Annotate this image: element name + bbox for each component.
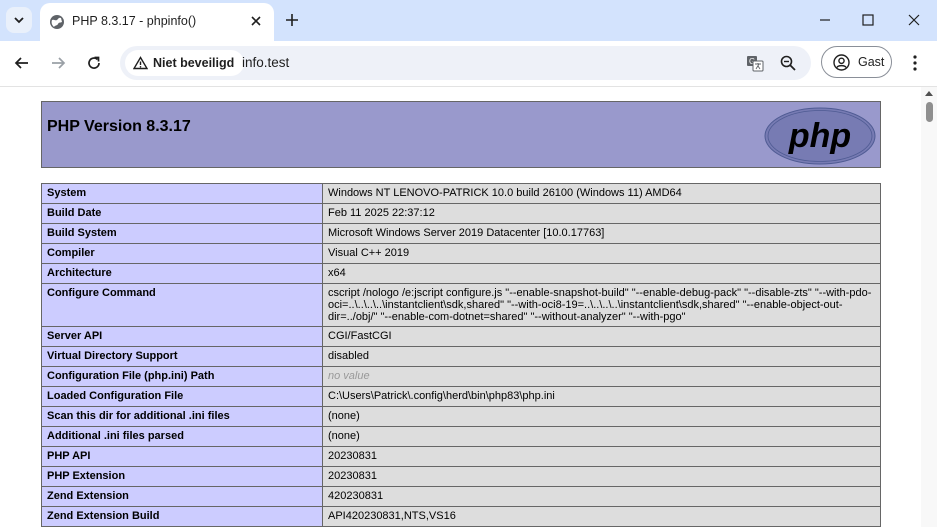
profile-label: Gast: [858, 55, 885, 69]
table-row: Server API CGI/FastCGI: [41, 326, 881, 347]
table-row: Configuration File (php.ini) Path no valu…: [41, 366, 881, 387]
profile-button[interactable]: Gast: [821, 46, 892, 78]
row-key: Architecture: [41, 263, 323, 284]
table-row: Zend Extension 420230831: [41, 486, 881, 507]
table-row: System Windows NT LENOVO-PATRICK 10.0 bui…: [41, 183, 881, 204]
row-key: Scan this dir for additional .ini files: [41, 406, 323, 427]
php-header: PHP Version 8.3.17 php: [41, 101, 881, 168]
security-chip[interactable]: Niet beveiligd: [125, 50, 245, 76]
row-key: Virtual Directory Support: [41, 346, 323, 367]
more-menu-icon[interactable]: [905, 53, 925, 73]
row-value: API420230831,NTS,VS16: [322, 506, 881, 527]
table-row: Scan this dir for additional .ini files(…: [41, 406, 881, 427]
row-key: Server API: [41, 326, 323, 347]
table-row: Compiler Visual C++ 2019: [41, 243, 881, 264]
back-arrow-icon[interactable]: [12, 53, 32, 73]
row-key: Compiler: [41, 243, 323, 264]
window-close-icon[interactable]: [904, 10, 924, 30]
row-value: Feb 11 2025 22:37:12: [322, 203, 881, 224]
row-value: CGI/FastCGI: [322, 326, 881, 347]
warning-icon: [133, 56, 148, 70]
forward-arrow-icon[interactable]: [48, 53, 68, 73]
row-value: C:\Users\Patrick\.config\herd\bin\php83\…: [322, 386, 881, 407]
php-info-table: System Windows NT LENOVO-PATRICK 10.0 bui…: [41, 183, 881, 527]
row-value: Microsoft Windows Server 2019 Datacenter…: [322, 223, 881, 244]
row-key: Zend Extension Build: [41, 506, 323, 527]
page-title: PHP Version 8.3.17: [47, 118, 191, 135]
row-key: Build System: [41, 223, 323, 244]
guest-profile-icon: [833, 54, 850, 71]
url-text[interactable]: info.test: [242, 55, 289, 70]
row-value: Windows NT LENOVO-PATRICK 10.0 build 261…: [322, 183, 881, 204]
maximize-icon[interactable]: [858, 10, 878, 30]
row-key: PHP API: [41, 446, 323, 467]
row-value: 20230831: [322, 466, 881, 487]
row-key: Build Date: [41, 203, 323, 224]
row-key: Configuration File (php.ini) Path: [41, 366, 323, 387]
row-value: x64: [322, 263, 881, 284]
zoom-icon[interactable]: [779, 54, 797, 72]
table-row: Virtual Directory Support disabled: [41, 346, 881, 367]
vertical-scrollbar[interactable]: [921, 87, 937, 527]
table-row: PHP Extension 20230831: [41, 466, 881, 487]
address-bar[interactable]: Niet beveiligd info.test G: [120, 46, 811, 80]
table-row: Additional .ini files parsed (none): [41, 426, 881, 447]
minimize-icon[interactable]: [815, 10, 835, 30]
globe-icon: [50, 15, 64, 29]
table-row: PHP API 20230831: [41, 446, 881, 467]
table-row: Build Date Feb 11 2025 22:37:12: [41, 203, 881, 224]
php-logo[interactable]: php: [764, 107, 876, 165]
active-tab[interactable]: PHP 8.3.17 - phpinfo(): [40, 3, 274, 41]
table-row: Build System Microsoft Windows Server 201…: [41, 223, 881, 244]
row-value: (none): [322, 406, 881, 427]
table-row: Loaded Configuration File C:\Users\Patric…: [41, 386, 881, 407]
new-tab-plus-icon[interactable]: [282, 10, 302, 30]
php-logo-text: php: [788, 117, 851, 155]
row-key: Additional .ini files parsed: [41, 426, 323, 447]
row-value: Visual C++ 2019: [322, 243, 881, 264]
row-key: Configure Command: [41, 283, 323, 327]
tab-search-button[interactable]: [6, 7, 32, 33]
row-value: 420230831: [322, 486, 881, 507]
browser-toolbar: Niet beveiligd info.test G Gast: [0, 41, 937, 86]
row-key: Zend Extension: [41, 486, 323, 507]
reload-icon[interactable]: [84, 53, 104, 73]
row-value: cscript /nologo /e:jscript configure.js …: [322, 283, 881, 327]
row-value: 20230831: [322, 446, 881, 467]
scrollbar-thumb[interactable]: [926, 102, 933, 122]
row-value: no value: [322, 366, 881, 387]
row-value: (none): [322, 426, 881, 447]
close-icon[interactable]: [248, 13, 264, 29]
scroll-up-arrow-icon[interactable]: [925, 91, 933, 96]
chevron-down-icon: [14, 17, 24, 24]
row-key: Loaded Configuration File: [41, 386, 323, 407]
table-row: Zend Extension Build API420230831,NTS,VS1…: [41, 506, 881, 527]
security-label: Niet beveiligd: [153, 56, 235, 70]
tab-title: PHP 8.3.17 - phpinfo(): [72, 14, 197, 28]
page-viewport: PHP Version 8.3.17 php System Windows NT …: [0, 87, 921, 527]
translate-icon[interactable]: G: [746, 54, 764, 72]
tab-strip: PHP 8.3.17 - phpinfo(): [0, 0, 937, 41]
row-value: disabled: [322, 346, 881, 367]
table-row: Architecture x64: [41, 263, 881, 284]
row-key: System: [41, 183, 323, 204]
row-key: PHP Extension: [41, 466, 323, 487]
table-row: Configure Command cscript /nologo /e:jscr…: [41, 283, 881, 327]
